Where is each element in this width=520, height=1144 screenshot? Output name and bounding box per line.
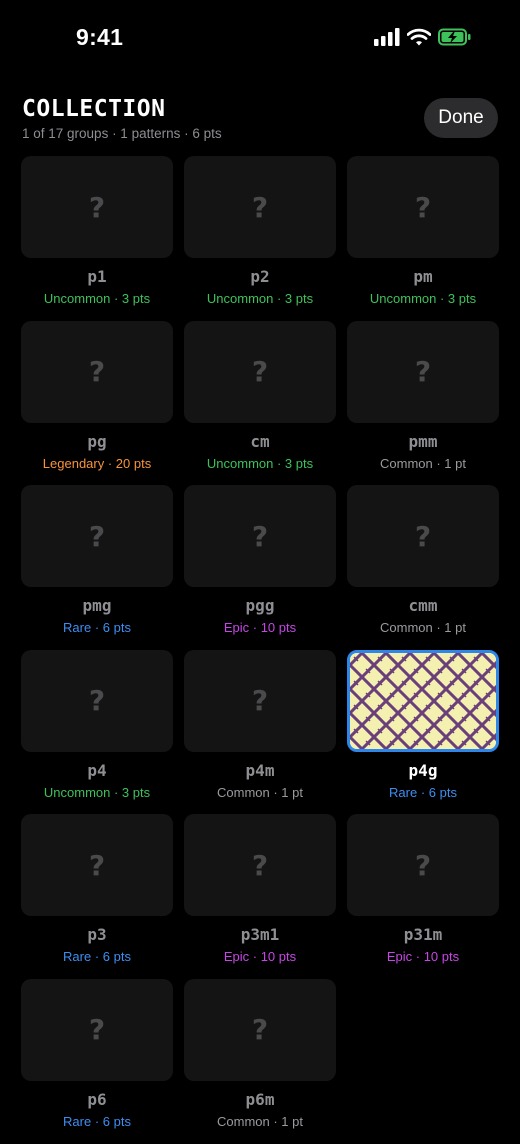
group-name: p4m: [245, 760, 275, 780]
group-rarity-points: Uncommon · 3 pts: [43, 291, 151, 306]
locked-question-icon: ?: [414, 848, 432, 882]
group-card-cm[interactable]: ? cm Uncommon · 3 pts: [184, 320, 336, 486]
group-name: p31m: [403, 925, 443, 945]
group-card-p1[interactable]: ? p1 Uncommon · 3 pts: [21, 156, 173, 321]
pattern-image: [350, 652, 496, 749]
group-card-p4m[interactable]: ? p4m Common · 1 pt: [184, 649, 336, 815]
done-button[interactable]: Done: [424, 98, 498, 138]
cellular-signal-icon: [374, 28, 400, 51]
group-card-pmm[interactable]: ? pmm Common · 1 pt: [347, 320, 499, 486]
locked-thumbnail: ?: [184, 649, 336, 752]
group-rarity-points: Common · 1 pt: [380, 620, 466, 636]
locked-thumbnail: ?: [184, 156, 336, 258]
group-name: cmm: [408, 596, 438, 616]
locked-question-icon: ?: [88, 190, 106, 224]
group-card-p3m1[interactable]: ? p3m1 Epic · 10 pts: [184, 814, 336, 979]
locked-thumbnail: ?: [21, 485, 173, 588]
status-icons: [374, 28, 472, 51]
locked-question-icon: ?: [414, 519, 432, 553]
group-card-pg[interactable]: ? pg Legendary · 20 pts: [21, 320, 173, 486]
group-rarity-points: Common · 1 pt: [217, 784, 303, 800]
group-rarity-points: Epic · 10 pts: [223, 949, 297, 965]
group-card-p6m[interactable]: ? p6m Common · 1 pt: [184, 978, 336, 1144]
group-card-pmg[interactable]: ? pmg Rare · 6 pts: [21, 485, 173, 650]
group-rarity-points: Rare · 6 pts: [63, 620, 131, 636]
group-card-cmm[interactable]: ? cmm Common · 1 pt: [347, 485, 499, 650]
locked-question-icon: ?: [88, 519, 106, 553]
group-name: pgg: [245, 596, 275, 616]
group-card-p3[interactable]: ? p3 Rare · 6 pts: [21, 814, 173, 979]
locked-thumbnail: ?: [21, 978, 173, 1081]
status-time: 9:41: [76, 24, 124, 50]
locked-question-icon: ?: [251, 684, 269, 718]
locked-thumbnail: ?: [184, 485, 336, 588]
locked-thumbnail: ?: [21, 814, 173, 917]
wifi-icon: [406, 28, 432, 51]
group-name: pmg: [82, 596, 112, 616]
locked-question-icon: ?: [88, 684, 106, 718]
group-card-p2[interactable]: ? p2 Uncommon · 3 pts: [184, 156, 336, 321]
group-card-p4[interactable]: ? p4 Uncommon · 3 pts: [21, 649, 173, 815]
group-rarity-points: Uncommon · 3 pts: [43, 784, 151, 800]
group-card-p4g[interactable]: p4g Rare · 6 pts: [347, 649, 499, 815]
group-name: p4: [87, 760, 107, 780]
group-name: p6m: [245, 1089, 275, 1109]
group-rarity-points: Rare · 6 pts: [63, 1113, 131, 1129]
group-name: p6: [87, 1089, 107, 1109]
group-rarity-points: Rare · 6 pts: [389, 784, 457, 800]
group-rarity-points: Rare · 6 pts: [63, 949, 131, 965]
group-name: p1: [87, 267, 107, 286]
group-rarity-points: Epic · 10 pts: [223, 620, 297, 636]
locked-thumbnail: ?: [347, 156, 499, 258]
locked-question-icon: ?: [251, 848, 269, 882]
locked-thumbnail: ?: [21, 156, 173, 258]
pattern-thumbnail: [347, 649, 499, 752]
group-rarity-points: Uncommon · 3 pts: [206, 455, 314, 471]
locked-question-icon: ?: [251, 355, 269, 389]
group-rarity-points: Uncommon · 3 pts: [206, 291, 314, 306]
locked-question-icon: ?: [88, 848, 106, 882]
group-card-pgg[interactable]: ? pgg Epic · 10 pts: [184, 485, 336, 650]
group-name: p4g: [408, 760, 438, 780]
locked-question-icon: ?: [251, 190, 269, 224]
locked-question-icon: ?: [88, 355, 106, 389]
locked-question-icon: ?: [414, 355, 432, 389]
locked-thumbnail: ?: [184, 978, 336, 1081]
locked-thumbnail: ?: [184, 320, 336, 423]
group-rarity-points: Common · 1 pt: [217, 1113, 303, 1129]
locked-thumbnail: ?: [21, 649, 173, 752]
locked-thumbnail: ?: [347, 485, 499, 588]
locked-thumbnail: ?: [347, 814, 499, 917]
locked-thumbnail: ?: [184, 814, 336, 917]
group-name: cm: [250, 431, 270, 451]
locked-question-icon: ?: [251, 1013, 269, 1047]
locked-question-icon: ?: [414, 190, 432, 224]
locked-thumbnail: ?: [347, 320, 499, 423]
group-rarity-points: Epic · 10 pts: [386, 949, 460, 965]
group-grid: ? p1 Uncommon · 3 pts? p2 Uncommon · 3 pts? p…: [21, 156, 499, 1144]
group-rarity-points: Legendary · 20 pts: [42, 455, 152, 471]
locked-question-icon: ?: [251, 519, 269, 553]
battery-charging-icon: [438, 28, 472, 51]
group-rarity-points: Common · 1 pt: [380, 455, 466, 471]
group-card-pm[interactable]: ? pm Uncommon · 3 pts: [347, 156, 499, 321]
group-card-p6[interactable]: ? p6 Rare · 6 pts: [21, 978, 173, 1144]
group-name: p2: [250, 267, 270, 286]
group-rarity-points: Uncommon · 3 pts: [369, 291, 477, 306]
group-name: p3m1: [240, 925, 280, 945]
locked-thumbnail: ?: [21, 320, 173, 423]
status-bar: 9:41: [0, 0, 520, 78]
group-name: p3: [87, 925, 107, 945]
header: COLLECTION 1 of 17 groups · 1 patterns ·…: [22, 96, 498, 146]
group-card-p31m[interactable]: ? p31m Epic · 10 pts: [347, 814, 499, 979]
group-name: pm: [413, 267, 433, 286]
locked-question-icon: ?: [88, 1013, 106, 1047]
group-name: pg: [87, 431, 107, 451]
group-name: pmm: [408, 431, 438, 451]
